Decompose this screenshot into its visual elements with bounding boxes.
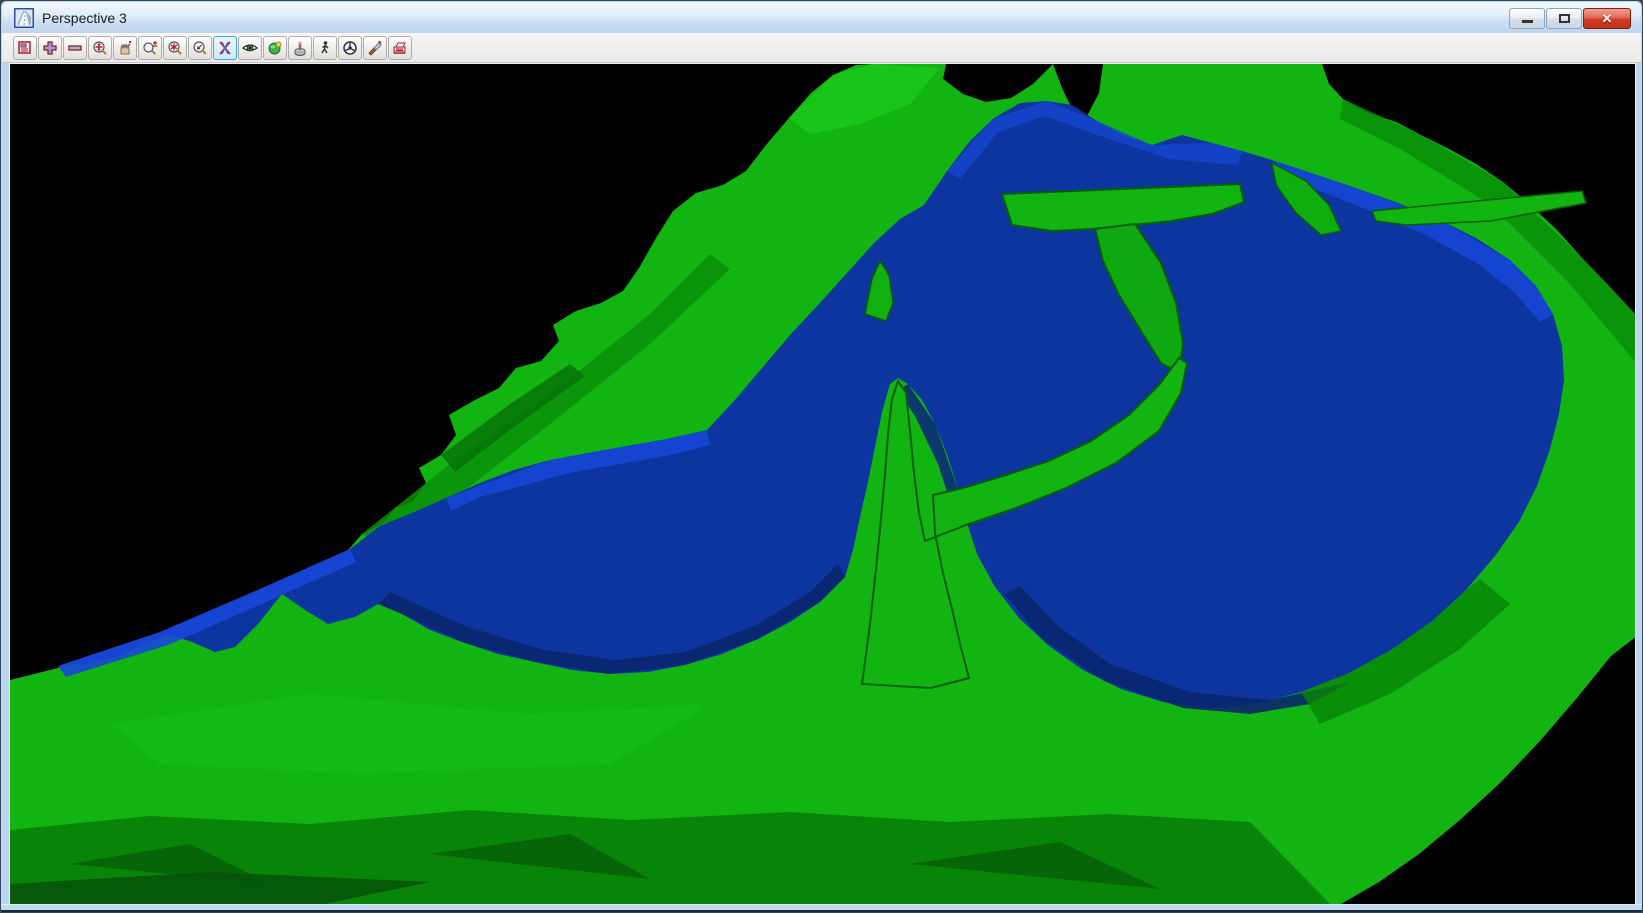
close-icon: ✕ [1602, 12, 1613, 25]
magnifier-arrow-icon [192, 40, 208, 56]
steering-wheel-icon [342, 40, 358, 56]
plus-icon [42, 40, 58, 56]
magnifier-asterisk-icon [167, 40, 183, 56]
crossed-axes-icon [217, 40, 233, 56]
zoom-out-button[interactable] [63, 36, 87, 60]
minus-icon [67, 40, 83, 56]
render-shaded-button[interactable] [263, 36, 287, 60]
perspective-window: Perspective 3 ✕ [0, 0, 1643, 913]
window-center-button[interactable] [163, 36, 187, 60]
walk-through-button[interactable] [313, 36, 337, 60]
update-view-icon [17, 40, 33, 56]
navigate-view-button[interactable] [338, 36, 362, 60]
close-button[interactable]: ✕ [1583, 8, 1631, 29]
terrain-scene [10, 64, 1636, 906]
hand-plus-icon [117, 40, 133, 56]
update-view-button[interactable] [13, 36, 37, 60]
minimize-button[interactable] [1509, 8, 1545, 29]
perspective-road-icon [14, 8, 34, 28]
window-title: Perspective 3 [42, 10, 127, 26]
camera-settings-button[interactable] [238, 36, 262, 60]
magnifier-arrows-icon [92, 40, 108, 56]
window-frame-edge [1, 910, 1642, 912]
magnifier-plus-minus-icon [142, 40, 158, 56]
perspective-3d-viewport[interactable] [9, 63, 1636, 906]
bucket-icon [292, 40, 308, 56]
eye-icon [242, 40, 258, 56]
clip-view-button[interactable] [363, 36, 387, 60]
zoom-in-button[interactable] [38, 36, 62, 60]
display-style-button[interactable] [288, 36, 312, 60]
sphere-icon [267, 40, 283, 56]
view-previous-button[interactable] [188, 36, 212, 60]
print-view-button[interactable] [388, 36, 412, 60]
printer-icon [392, 40, 408, 56]
title-bar[interactable]: Perspective 3 ✕ [2, 2, 1641, 33]
zoom-in-out-button[interactable] [138, 36, 162, 60]
pan-view-button[interactable] [113, 36, 137, 60]
maximize-button[interactable] [1546, 8, 1582, 29]
fit-view-button[interactable] [88, 36, 112, 60]
knife-icon [367, 40, 383, 56]
maximize-icon [1559, 14, 1570, 23]
walking-person-icon [317, 40, 333, 56]
window-controls: ✕ [1508, 8, 1631, 29]
rotate-view-button[interactable] [213, 36, 237, 60]
minimize-icon [1522, 20, 1533, 23]
view-toolbar [2, 33, 1641, 63]
